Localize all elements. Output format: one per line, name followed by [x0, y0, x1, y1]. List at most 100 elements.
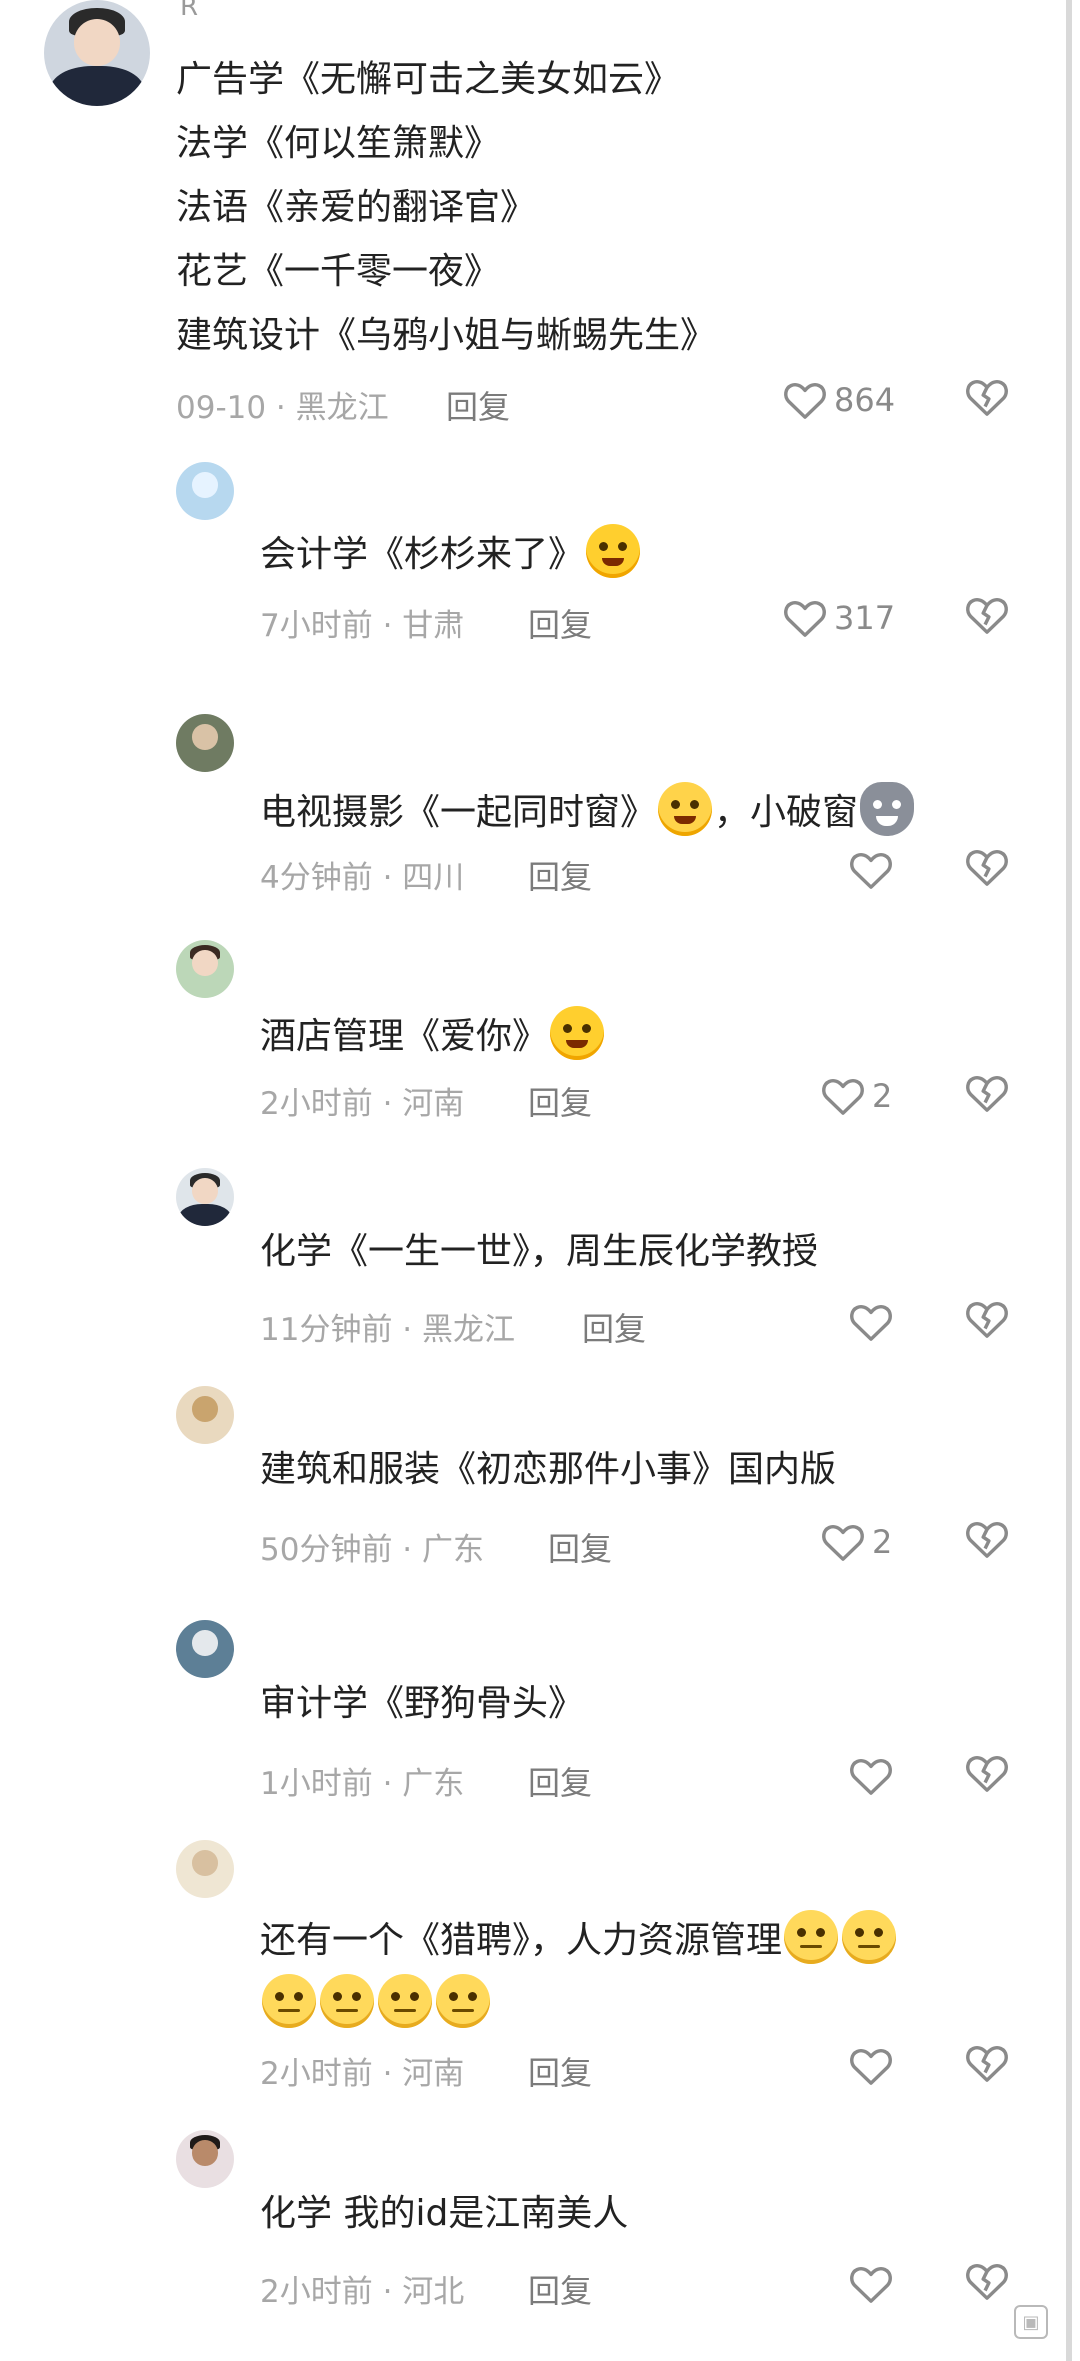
like-count: 2: [872, 1523, 893, 1561]
comment-item: 还有一个《猎聘》，人力资源管理 2小时前 · 河南 回复: [0, 1840, 1060, 2092]
dislike-button[interactable]: [964, 376, 1012, 424]
cat-emoji: [860, 782, 915, 836]
avatar[interactable]: [176, 1620, 234, 1678]
heart-outline-icon: [820, 1075, 866, 1117]
grumpy-emoji: [436, 1974, 490, 2028]
dislike-button[interactable]: [964, 846, 1012, 894]
comment-meta: 2小时前 · 河南: [260, 1086, 465, 1122]
reply-button[interactable]: 回复: [528, 600, 592, 646]
wink-emoji: [550, 1006, 605, 1060]
grumpy-emoji: [784, 1910, 839, 1964]
comment-text-emoji-line: [260, 1974, 492, 2028]
comment-item: 化学 我的id是江南美人 2小时前 · 河北 回复: [0, 2130, 1060, 2310]
reply-button[interactable]: 回复: [528, 2048, 592, 2094]
comment-text: 酒店管理《爱你》: [260, 1006, 606, 1060]
comment-meta: 50分钟前 · 广东: [260, 1532, 485, 1568]
like-button[interactable]: [848, 2260, 894, 2308]
like-button[interactable]: [848, 2042, 894, 2090]
reply-button[interactable]: 回复: [582, 1304, 646, 1350]
reply-button[interactable]: 回复: [528, 852, 592, 898]
comment-meta: 1小时前 · 广东: [260, 1766, 465, 1802]
avatar[interactable]: [176, 2130, 234, 2188]
comment-text: 广告学《无懈可击之美女如云》: [176, 59, 681, 100]
heart-outline-icon: [820, 1521, 866, 1563]
comment-meta: 7小时前 · 甘肃: [260, 608, 465, 644]
dislike-button[interactable]: [964, 2260, 1012, 2308]
broken-heart-icon: [964, 2042, 1012, 2084]
heart-outline-icon: [848, 1301, 894, 1343]
dislike-button[interactable]: [964, 2042, 1012, 2090]
comment-text: 审计学《野狗骨头》: [260, 1683, 585, 1724]
broken-heart-icon: [964, 846, 1012, 888]
comment-item: 电视摄影《一起同时窗》 ，小破窗 4分钟前 · 四川 回复: [0, 714, 1060, 896]
avatar[interactable]: [44, 0, 150, 106]
like-count: 317: [834, 599, 896, 637]
comment-text: 建筑和服装《初恋那件小事》国内版: [260, 1449, 837, 1490]
heart-outline-icon: [848, 2263, 894, 2305]
grumpy-emoji: [320, 1974, 374, 2028]
comment-item: 酒店管理《爱你》 2小时前 · 河南 回复 2: [0, 940, 1060, 1122]
comment-item: 建筑和服装《初恋那件小事》国内版 50分钟前 · 广东 回复 2: [0, 1386, 1060, 1568]
heart-outline-icon: [782, 597, 828, 639]
dislike-button[interactable]: [964, 594, 1012, 642]
comment-item: 化学《一生一世》，周生辰化学教授 11分钟前 · 黑龙江 回复: [0, 1168, 1060, 1348]
comment-text: 化学《一生一世》，周生辰化学教授: [260, 1231, 819, 1272]
comment-text: 建筑设计《乌鸦小姐与蜥蜴先生》: [176, 315, 717, 356]
comment-item: 审计学《野狗骨头》 1小时前 · 广东 回复: [0, 1620, 1060, 1802]
dislike-button[interactable]: [964, 1752, 1012, 1800]
comment-text: 法语《亲爱的翻译官》: [176, 187, 537, 228]
comment-item: 会计学《杉杉来了》 7小时前 · 甘肃 回复 317: [0, 462, 1060, 644]
avatar[interactable]: [176, 1168, 234, 1226]
avatar[interactable]: [176, 462, 234, 520]
avatar[interactable]: [176, 714, 234, 772]
grumpy-emoji: [378, 1974, 432, 2028]
comment-list: R 广告学《无懈可击之美女如云》 法学《何以笙箫默》 法语《亲爱的翻译官》 花艺…: [0, 0, 1072, 2361]
like-count: 2: [872, 1077, 893, 1115]
like-count: 864: [834, 381, 896, 419]
comment-text: 法学《何以笙箫默》: [176, 123, 501, 164]
like-button[interactable]: 2: [820, 1072, 892, 1120]
reply-button[interactable]: 回复: [528, 1078, 592, 1124]
heart-outline-icon: [848, 2045, 894, 2087]
heart-outline-icon: [782, 379, 828, 421]
broken-heart-icon: [964, 1072, 1012, 1114]
reply-button[interactable]: 回复: [528, 2266, 592, 2312]
comment-text: 化学 我的id是江南美人: [260, 2193, 629, 2234]
comment-meta: 09-10 · 黑龙江: [176, 390, 389, 426]
broken-heart-icon: [964, 1298, 1012, 1340]
like-button[interactable]: 317: [782, 594, 895, 642]
like-button[interactable]: 864: [782, 376, 895, 424]
comment-item: R 广告学《无懈可击之美女如云》 法学《何以笙箫默》 法语《亲爱的翻译官》 花艺…: [0, 0, 1060, 426]
avatar[interactable]: [176, 940, 234, 998]
heart-outline-icon: [848, 1755, 894, 1797]
avatar[interactable]: [176, 1386, 234, 1444]
username[interactable]: R: [180, 0, 198, 22]
like-button[interactable]: 2: [820, 1518, 892, 1566]
thinking-emoji: [658, 782, 713, 836]
dislike-button[interactable]: [964, 1518, 1012, 1566]
watermark-icon: ▣: [1014, 2305, 1048, 2339]
reply-button[interactable]: 回复: [446, 382, 510, 428]
dislike-button[interactable]: [964, 1072, 1012, 1120]
reply-button[interactable]: 回复: [528, 1758, 592, 1804]
like-button[interactable]: [848, 846, 894, 894]
broken-heart-icon: [964, 376, 1012, 418]
comment-text: 电视摄影《一起同时窗》 ，小破窗: [260, 782, 916, 836]
heart-outline-icon: [848, 849, 894, 891]
comment-text: 会计学《杉杉来了》: [260, 524, 642, 578]
avatar[interactable]: [176, 1840, 234, 1898]
broken-heart-icon: [964, 594, 1012, 636]
comment-meta: 11分钟前 · 黑龙江: [260, 1312, 516, 1348]
wink-emoji: [586, 524, 641, 578]
grumpy-emoji: [842, 1910, 897, 1964]
dislike-button[interactable]: [964, 1298, 1012, 1346]
like-button[interactable]: [848, 1752, 894, 1800]
broken-heart-icon: [964, 2260, 1012, 2302]
like-button[interactable]: [848, 1298, 894, 1346]
comment-meta: 2小时前 · 河南: [260, 2056, 465, 2092]
comment-meta: 2小时前 · 河北: [260, 2274, 465, 2310]
reply-button[interactable]: 回复: [548, 1524, 612, 1570]
comment-text: 花艺《一千零一夜》: [176, 251, 501, 292]
grumpy-emoji: [262, 1974, 316, 2028]
broken-heart-icon: [964, 1518, 1012, 1560]
